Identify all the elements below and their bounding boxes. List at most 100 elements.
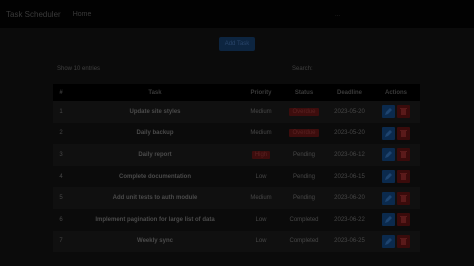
status-badge: Completed	[289, 216, 319, 223]
status-badge: Pending	[292, 173, 316, 180]
status-cell: Overdue	[281, 101, 327, 123]
deadline-cell: 2023-06-12	[334, 151, 365, 158]
pencil-icon	[385, 173, 392, 181]
trash-icon	[400, 129, 407, 137]
search-control[interactable]: Search:	[292, 66, 313, 72]
entries-length-control[interactable]: Show 10 entries	[57, 66, 100, 72]
deadline-cell: 2023-05-20	[334, 130, 365, 137]
delete-button[interactable]	[397, 126, 410, 140]
status-cell: Completed	[281, 231, 327, 253]
priority-cell: Low	[241, 231, 281, 253]
edit-button[interactable]	[382, 213, 395, 227]
trash-icon	[400, 237, 407, 245]
pencil-icon	[385, 237, 392, 245]
row-number: 7	[59, 238, 63, 245]
pencil-icon	[385, 216, 392, 224]
deadline-cell: 2023-06-20	[334, 195, 365, 202]
edit-button[interactable]	[382, 170, 395, 184]
task-name: Update site styles	[129, 108, 181, 115]
header-number[interactable]: #	[53, 84, 69, 101]
row-number: 3	[59, 151, 63, 158]
delete-button[interactable]	[397, 105, 410, 119]
table-row: 4 Complete documentation Low Pending 202…	[53, 165, 420, 188]
header-actions: Actions	[384, 89, 407, 96]
row-number: 2	[59, 130, 63, 137]
status-badge: Pending	[292, 195, 316, 202]
trash-icon	[400, 151, 407, 159]
table-row: 1 Update site styles Medium Overdue 2023…	[53, 101, 420, 123]
priority-badge: Medium	[250, 108, 272, 115]
table-header-row: # Task Priority Status Deadline Actions	[53, 84, 420, 101]
status-badge: Completed	[289, 238, 319, 245]
priority-cell: High	[241, 144, 281, 166]
priority-badge: Low	[255, 173, 267, 180]
status-badge: Overdue	[289, 107, 319, 116]
priority-badge: Low	[255, 216, 267, 223]
nav-home-link[interactable]: Home	[73, 11, 92, 18]
status-badge: Overdue	[289, 129, 319, 138]
deadline-cell: 2023-06-22	[334, 216, 365, 223]
actions-cell	[372, 101, 420, 123]
actions-cell	[372, 123, 420, 145]
trash-icon	[400, 216, 407, 224]
priority-cell: Medium	[241, 101, 281, 123]
add-task-button[interactable]: Add Task	[219, 37, 255, 51]
status-cell: Pending	[281, 166, 327, 188]
table-row: 7 Weekly sync Low Completed 2023-06-25	[53, 230, 420, 253]
actions-cell	[372, 187, 420, 209]
delete-button[interactable]	[397, 213, 410, 227]
priority-cell: Medium	[241, 123, 281, 145]
delete-button[interactable]	[397, 148, 410, 162]
table-row: 3 Daily report High Pending 2023-06-12	[53, 144, 420, 166]
edit-button[interactable]	[382, 234, 395, 248]
table-row: 5 Add unit tests to auth module Medium P…	[53, 187, 420, 209]
row-number: 4	[59, 173, 63, 180]
deadline-cell: 2023-06-25	[334, 238, 365, 245]
header-priority[interactable]: Priority	[241, 84, 281, 101]
trash-icon	[400, 173, 407, 181]
edit-button[interactable]	[382, 148, 395, 162]
delete-button[interactable]	[397, 234, 410, 248]
deadline-cell: 2023-05-20	[334, 108, 365, 115]
status-cell: Overdue	[281, 123, 327, 145]
priority-cell: Medium	[241, 187, 281, 209]
status-cell: Pending	[281, 144, 327, 166]
priority-cell: Low	[241, 209, 281, 231]
delete-button[interactable]	[397, 191, 410, 205]
task-name: Implement pagination for large list of d…	[95, 216, 215, 223]
actions-cell	[372, 166, 420, 188]
row-number: 6	[59, 216, 63, 223]
header-deadline[interactable]: Deadline	[327, 84, 372, 101]
edit-button[interactable]	[382, 191, 395, 205]
table-row: 2 Daily backup Medium Overdue 2023-05-20	[53, 122, 420, 145]
navbar: Task Scheduler Home ...	[0, 0, 474, 28]
header-status[interactable]: Status	[281, 84, 327, 101]
trash-icon	[400, 108, 407, 116]
edit-button[interactable]	[382, 126, 395, 140]
priority-badge: Low	[255, 238, 267, 245]
task-name: Complete documentation	[118, 173, 191, 180]
row-number: 1	[59, 108, 63, 115]
trash-icon	[400, 194, 407, 202]
brand-logo-text[interactable]: Task Scheduler	[6, 10, 61, 19]
row-number: 5	[59, 195, 63, 202]
priority-badge: High	[251, 150, 271, 159]
priority-badge: Medium	[250, 130, 272, 137]
actions-cell	[372, 144, 420, 166]
tasks-table: # Task Priority Status Deadline Actions …	[53, 84, 420, 253]
status-cell: Pending	[281, 187, 327, 209]
priority-badge: Medium	[250, 195, 272, 202]
actions-cell	[372, 231, 420, 253]
header-task[interactable]: Task	[69, 84, 241, 101]
delete-button[interactable]	[397, 170, 410, 184]
task-name: Add unit tests to auth module	[112, 195, 198, 202]
status-cell: Completed	[281, 209, 327, 231]
table-row: 6 Implement pagination for large list of…	[53, 208, 420, 231]
task-name: Daily backup	[136, 130, 174, 137]
actions-cell	[372, 209, 420, 231]
task-name: Daily report	[138, 151, 172, 158]
pencil-icon	[385, 151, 392, 159]
edit-button[interactable]	[382, 105, 395, 119]
pencil-icon	[385, 194, 392, 202]
navbar-right-text: ...	[335, 12, 341, 18]
